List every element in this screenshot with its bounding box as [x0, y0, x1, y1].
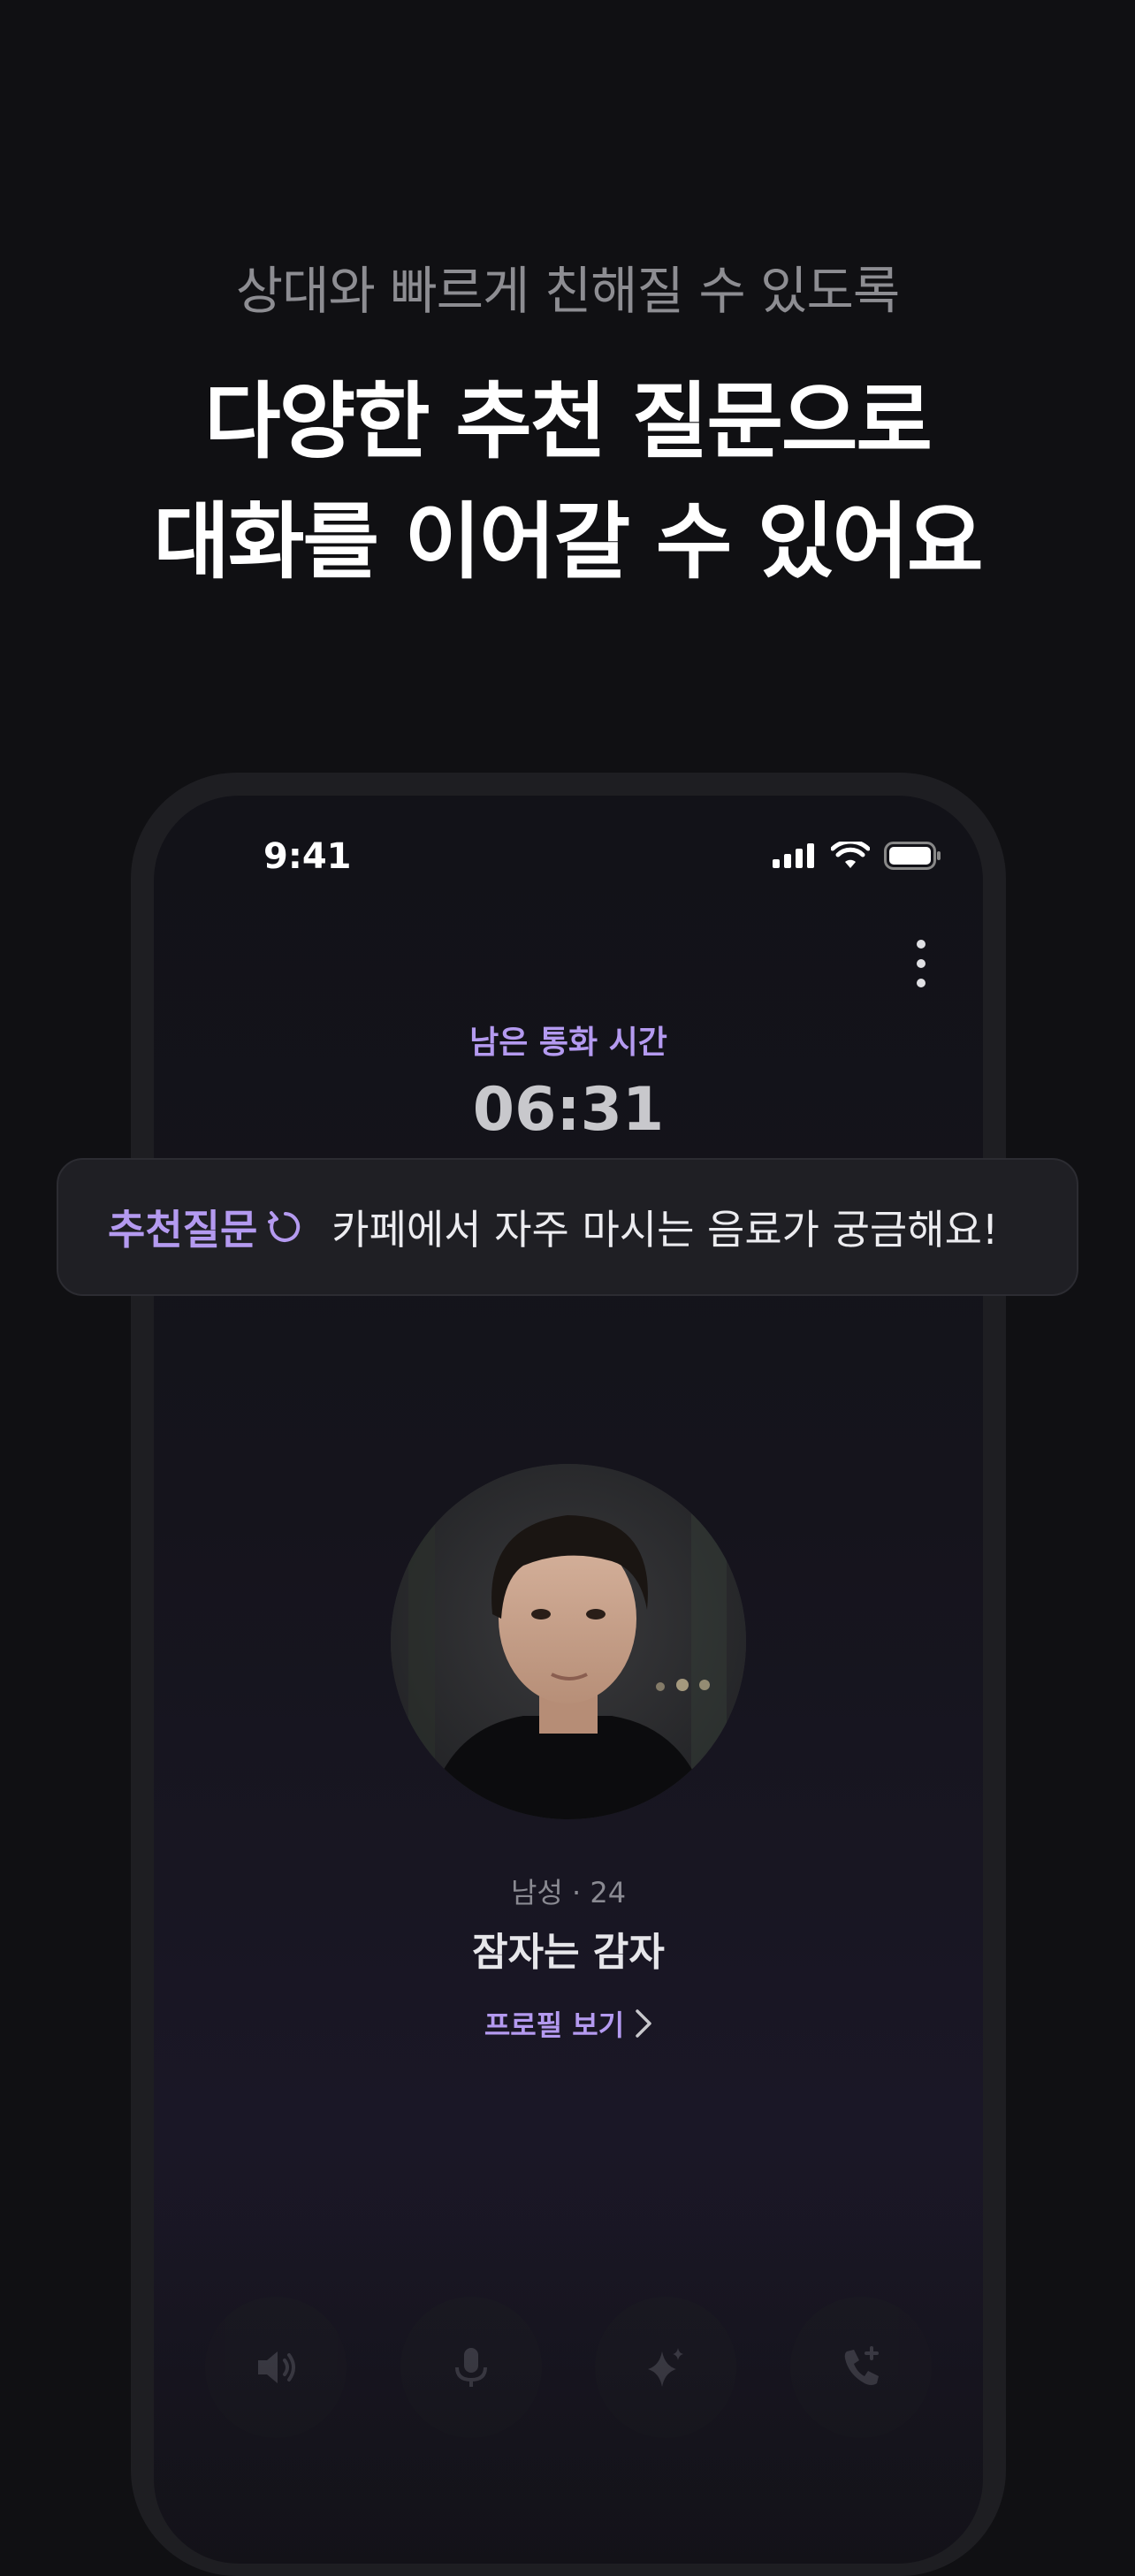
battery-icon — [884, 842, 941, 870]
speaker-button[interactable] — [205, 2297, 347, 2438]
remaining-time-value: 06:31 — [472, 1075, 665, 1145]
promo-subtitle: 상대와 빠르게 친해질 수 있도록 — [235, 261, 900, 321]
view-profile-label: 프로필 보기 — [484, 2008, 625, 2042]
add-call-icon — [844, 2346, 879, 2385]
suggested-question-text: 카페에서 자주 마시는 음료가 궁금해요! — [331, 1206, 999, 1254]
profile-meta: 남성 · 24 — [510, 1876, 627, 1909]
suggested-question-tag: 추천질문 — [108, 1206, 258, 1254]
suggest-question-button[interactable] — [595, 2297, 737, 2438]
profile-name: 잠자는 감자 — [472, 1930, 665, 1975]
remaining-time-label: 남은 통화 시간 — [469, 1025, 667, 1061]
promo-title-line-2: 대화를 이어갈 수 있어요 — [153, 494, 984, 591]
add-call-button[interactable] — [789, 2297, 932, 2438]
sparkle-icon — [648, 2348, 684, 2387]
promo-title-line-1: 다양한 추천 질문으로 — [204, 374, 933, 470]
wifi-icon — [831, 842, 870, 868]
status-time: 9:41 — [263, 836, 352, 877]
promo-title: 다양한 추천 질문으로 대화를 이어갈 수 있어요 — [0, 362, 1135, 603]
signal-icon — [773, 843, 814, 868]
avatar-image — [391, 1464, 746, 1819]
avatar[interactable] — [391, 1464, 746, 1819]
chevron-right-icon — [636, 2009, 651, 2038]
suggested-question-banner[interactable]: 추천질문 카페에서 자주 마시는 음료가 궁금해요! — [57, 1158, 1078, 1296]
microphone-button[interactable] — [400, 2297, 542, 2438]
status-icons — [773, 842, 942, 870]
call-control-bar — [205, 2297, 932, 2438]
view-profile-link[interactable]: 프로필 보기 — [154, 2003, 983, 2044]
microphone-icon — [454, 2348, 487, 2387]
phone-screen: 9:41 남은 통화 시간 06:31 남성 · 24 잠자는 감자 프로필 보… — [154, 796, 983, 2564]
speaker-icon — [258, 2351, 295, 2383]
more-options-icon[interactable] — [912, 937, 930, 990]
refresh-icon[interactable] — [266, 1208, 305, 1246]
